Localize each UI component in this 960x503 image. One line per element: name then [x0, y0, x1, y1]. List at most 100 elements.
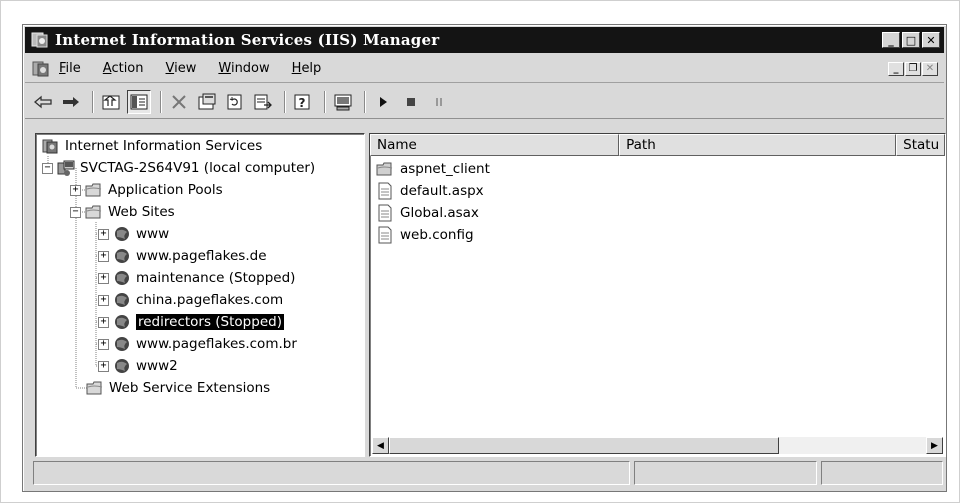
expand-toggle[interactable]: +	[98, 316, 109, 328]
up-one-level-icon	[102, 94, 120, 109]
column-header-name[interactable]: Name	[370, 134, 620, 156]
minimize-button[interactable]: _	[882, 32, 900, 48]
delete-button[interactable]	[167, 90, 191, 114]
stop-button[interactable]	[399, 90, 423, 114]
close-button[interactable]: ✕	[922, 32, 940, 48]
toolbar-separator	[92, 90, 94, 113]
expand-toggle[interactable]: +	[98, 250, 109, 262]
back-button[interactable]	[31, 90, 55, 114]
collapse-toggle[interactable]: −	[42, 162, 53, 174]
tree-label: www.pageflakes.de	[136, 248, 267, 264]
menu-action[interactable]: Action	[103, 61, 144, 76]
tree-item-application-pools[interactable]: + Application Pools	[70, 179, 223, 201]
menu-help[interactable]: Help	[292, 61, 322, 76]
list-item[interactable]: default.aspx	[376, 180, 484, 202]
list-item[interactable]: Global.asax	[376, 202, 479, 224]
website-globe-icon	[115, 293, 129, 307]
status-bar	[33, 461, 944, 485]
refresh-icon	[227, 94, 242, 109]
show-hide-tree-button[interactable]	[127, 89, 151, 114]
toolbar-separator	[364, 90, 366, 113]
computer-icon	[334, 94, 352, 110]
tree-item-web-sites[interactable]: − Web Sites	[70, 201, 175, 223]
forward-icon	[63, 96, 79, 107]
expand-toggle[interactable]: +	[98, 272, 109, 284]
start-button[interactable]	[371, 90, 395, 114]
tree-pane[interactable]: Internet Information Services − SVCTAG-2…	[35, 133, 365, 457]
tree-item-site[interactable]: + www	[98, 223, 169, 245]
menu-file[interactable]: File	[59, 61, 81, 76]
expand-toggle[interactable]: +	[98, 294, 109, 306]
folder-icon	[376, 162, 393, 176]
mdi-close-button[interactable]: ✕	[922, 61, 938, 76]
computer-button[interactable]	[331, 90, 355, 114]
properties-icon	[198, 93, 216, 109]
mdi-restore-button[interactable]: ❐	[905, 61, 921, 76]
maximize-button[interactable]: □	[902, 32, 920, 48]
tree-item-iis-root[interactable]: Internet Information Services	[42, 135, 262, 157]
show-hide-tree-icon	[130, 94, 148, 109]
help-button[interactable]: ?	[291, 90, 315, 114]
tree-item-site[interactable]: + www.pageflakes.de	[98, 245, 267, 267]
iis-app-icon	[31, 32, 48, 48]
tree-item-site[interactable]: + maintenance (Stopped)	[98, 267, 295, 289]
delete-icon	[172, 94, 186, 109]
window-title: Internet Information Services (IIS) Mana…	[55, 31, 440, 49]
tree-label: SVCTAG-2S64V91 (local computer)	[80, 160, 316, 176]
list-item[interactable]: web.config	[376, 224, 474, 246]
details-list-pane[interactable]: Name Path Statu aspnet_client default.as…	[369, 133, 946, 457]
stop-icon	[407, 97, 415, 106]
tree-item-computer[interactable]: − SVCTAG-2S64V91 (local computer)	[42, 157, 315, 179]
toolbar: ?	[25, 85, 944, 119]
refresh-button[interactable]	[223, 90, 247, 114]
tree-label: Application Pools	[108, 182, 223, 198]
folder-icon	[85, 205, 102, 219]
tree-label: Web Sites	[108, 204, 175, 220]
properties-button[interactable]	[195, 90, 219, 114]
expand-toggle[interactable]: +	[98, 228, 109, 240]
forward-button[interactable]	[59, 90, 83, 114]
website-globe-icon	[115, 315, 129, 329]
toolbar-separator	[160, 90, 162, 113]
scroll-track[interactable]	[389, 437, 926, 454]
scroll-right-button[interactable]: ▶	[926, 437, 943, 454]
scroll-left-button[interactable]: ◀	[372, 437, 389, 454]
toolbar-separator	[324, 90, 326, 113]
tree-item-site[interactable]: + www2	[98, 355, 178, 377]
iis-root-icon	[42, 139, 58, 154]
column-header-status[interactable]: Statu	[896, 134, 945, 156]
menu-window[interactable]: Window	[218, 61, 269, 76]
menu-view[interactable]: View	[166, 61, 197, 76]
list-item[interactable]: aspnet_client	[376, 158, 490, 180]
tree-item-web-service-extensions[interactable]: Web Service Extensions	[86, 377, 270, 399]
tree-item-site[interactable]: + www.pageflakes.com.br	[98, 333, 297, 355]
status-cell-secondary	[634, 461, 817, 485]
mdi-minimize-button[interactable]: _	[888, 61, 904, 76]
website-globe-icon	[115, 227, 129, 241]
export-list-button[interactable]	[251, 90, 275, 114]
website-globe-icon	[115, 359, 129, 373]
file-icon	[378, 204, 392, 222]
folder-icon	[86, 381, 103, 395]
column-header-path[interactable]: Path	[619, 134, 897, 156]
file-icon	[378, 182, 392, 200]
expand-toggle[interactable]: +	[98, 338, 109, 350]
tree-label: Web Service Extensions	[109, 380, 271, 396]
list-item-name: default.aspx	[400, 183, 484, 199]
mmc-document-icon[interactable]	[31, 59, 51, 79]
collapse-toggle[interactable]: −	[70, 206, 81, 218]
expand-toggle[interactable]: +	[98, 360, 109, 372]
tree-item-site-selected[interactable]: + redirectors (Stopped)	[98, 311, 285, 333]
tree-label: www	[136, 226, 170, 242]
up-one-level-button[interactable]	[99, 90, 123, 114]
horizontal-scrollbar[interactable]: ◀ ▶	[372, 437, 943, 454]
list-header: Name Path Statu	[370, 134, 945, 156]
start-icon	[380, 96, 387, 107]
expand-toggle[interactable]: +	[70, 184, 81, 196]
status-cell-tertiary	[821, 461, 943, 485]
title-bar[interactable]: Internet Information Services (IIS) Mana…	[25, 27, 944, 53]
scroll-thumb[interactable]	[389, 437, 779, 454]
tree-label: www2	[136, 358, 178, 374]
pause-button[interactable]	[427, 90, 451, 114]
tree-item-site[interactable]: + china.pageflakes.com	[98, 289, 283, 311]
